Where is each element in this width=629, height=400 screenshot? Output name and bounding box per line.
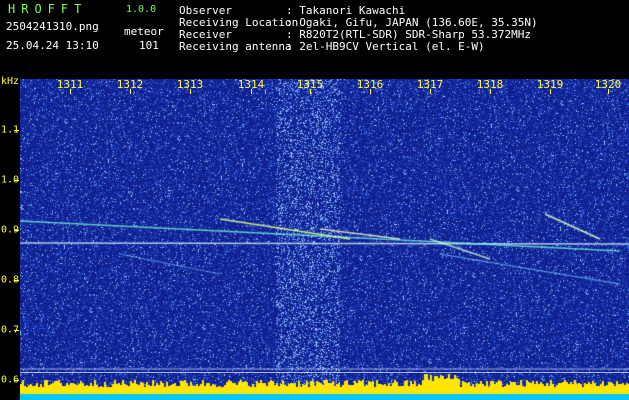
x-tick-mark	[130, 89, 131, 94]
x-tick-mark	[310, 89, 311, 94]
y-tick-mark	[14, 130, 19, 131]
x-tick-mark	[430, 89, 431, 94]
y-tick-mark	[14, 330, 19, 331]
x-tick-mark	[70, 89, 71, 94]
antenna-value: : 2el-HB9CV Vertical (el. E-W)	[286, 40, 485, 53]
y-tick-mark	[14, 380, 19, 381]
x-tick-mark	[608, 89, 609, 94]
x-tick-mark	[190, 89, 191, 94]
noise-baseline	[20, 372, 629, 373]
app-brand: HROFFT	[8, 2, 88, 16]
file-name: 2504241310.png	[6, 20, 99, 33]
app-version: 1.0.0	[126, 4, 157, 15]
mode-label: meteor	[124, 25, 164, 38]
date-time: 25.04.24 13:10	[6, 39, 99, 52]
x-tick-mark	[490, 89, 491, 94]
spectrogram-image	[20, 79, 629, 400]
y-axis-unit: kHz	[1, 76, 20, 87]
x-tick-mark	[550, 89, 551, 94]
y-tick-mark	[14, 230, 19, 231]
x-tick-mark	[370, 89, 371, 94]
meteor-count: 101	[139, 39, 159, 52]
x-tick-mark	[251, 89, 252, 94]
y-tick-mark	[14, 280, 19, 281]
antenna-label: Receiving antenna	[179, 40, 292, 53]
header: HROFFT 1.0.0 2504241310.png 25.04.24 13:…	[0, 0, 629, 75]
y-tick-mark	[14, 180, 19, 181]
spectrogram-plot	[20, 79, 629, 400]
